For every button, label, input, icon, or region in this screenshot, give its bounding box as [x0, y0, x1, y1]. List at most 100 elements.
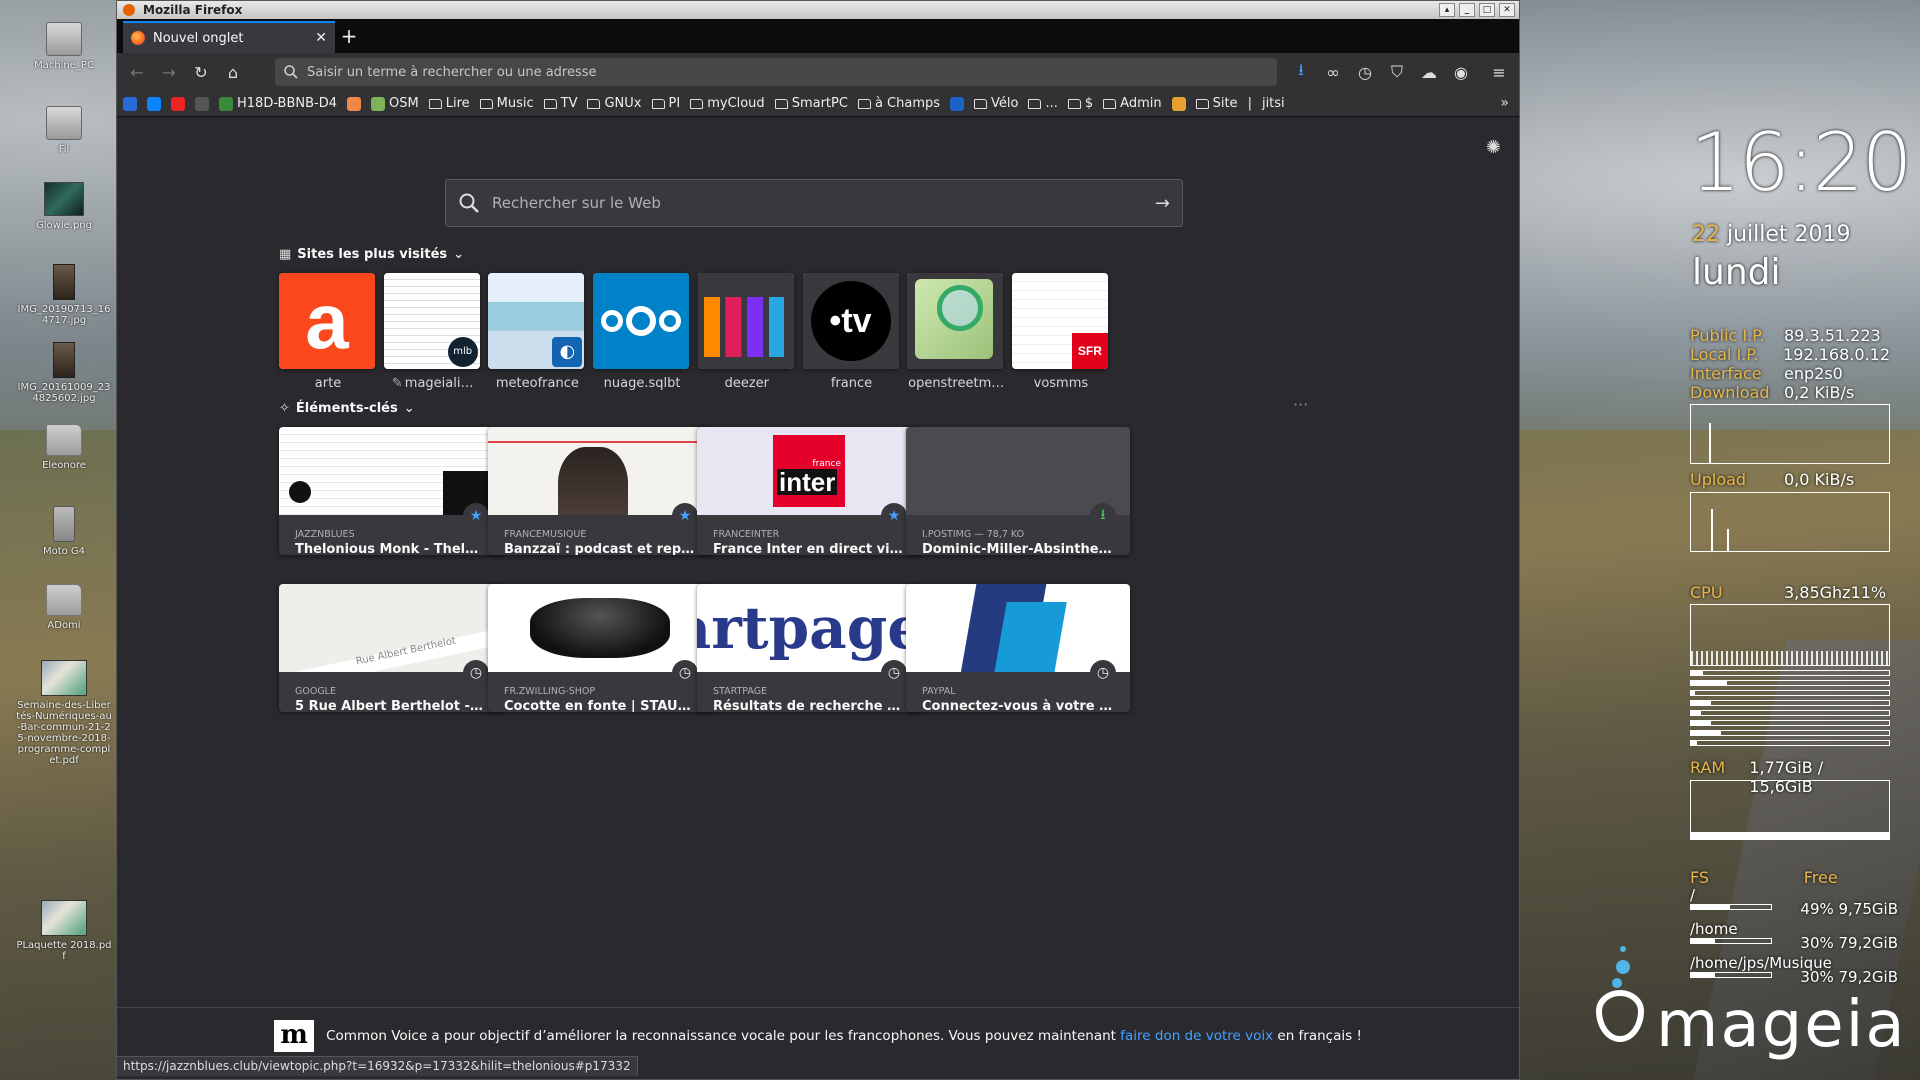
bookmark-item[interactable] — [147, 96, 161, 111]
highlight-card[interactable]: france inter FRANCEINTER France Inter en di… — [697, 427, 921, 555]
top-sites-header[interactable]: ▦ Sites les plus visités ⌄ — [279, 247, 464, 262]
history-icon[interactable]: ◷ — [1351, 58, 1379, 86]
highlight-card[interactable]: artpage.STARTPAGERésultats de recherche … — [697, 584, 921, 712]
bookmark-item[interactable]: Lire — [428, 96, 470, 111]
highlights-header[interactable]: ✧ Éléments-clés ⌄ — [279, 401, 415, 416]
menu-icon[interactable]: ≡ — [1485, 58, 1513, 86]
highlight-card[interactable]: JAZZNBLUES Thelonious Monk - Thelonio… ★ — [279, 427, 503, 555]
folder-icon — [1028, 98, 1042, 109]
window-maximize-icon[interactable]: □ — [1479, 3, 1495, 17]
bookmark-item[interactable] — [171, 96, 185, 111]
bookmarks-overflow-icon[interactable]: » — [1500, 95, 1509, 111]
window-close-icon[interactable]: ✕ — [1499, 3, 1515, 17]
desktop-icon[interactable]: Semaine-des-Libertés-Numériques-au-Bar-c… — [16, 660, 112, 766]
top-site-thumbnail: •tv — [802, 273, 899, 369]
desktop-icon-label: IMG_20190713_164717.jpg — [17, 304, 111, 326]
snippet-link[interactable]: faire don de votre voix — [1120, 1028, 1273, 1044]
bookmark-item[interactable]: OSM — [371, 96, 419, 111]
cpu-core-fill — [1691, 701, 1711, 705]
window-shade-icon[interactable]: ▴ — [1439, 3, 1455, 17]
top-site-tile[interactable]: •tv france — [802, 273, 901, 391]
desktop-icon[interactable]: Fil — [16, 106, 112, 155]
highlight-card[interactable]: I.POSTIMG — 78,7 KO Dominic-Miller-Absint… — [906, 427, 1130, 555]
chevron-down-icon: ⌄ — [403, 401, 415, 416]
public-ip-row: Public I.P. 89.3.51.223 — [1690, 326, 1890, 345]
top-site-tile[interactable]: deezer — [697, 273, 796, 391]
web-search-box[interactable]: Rechercher sur le Web → — [445, 179, 1183, 227]
folder-icon — [774, 98, 788, 109]
bookmark-item[interactable]: H18D-BBNB-D4 — [219, 96, 337, 111]
bookmark-item[interactable]: PI — [651, 96, 680, 111]
back-icon[interactable]: ← — [123, 58, 151, 86]
bookmark-item[interactable]: Admin — [1103, 96, 1162, 111]
bookmark-item[interactable]: | — [1248, 96, 1252, 111]
window-minimize-icon[interactable]: _ — [1459, 3, 1475, 17]
desktop-icon[interactable]: Eleonore — [16, 424, 112, 471]
cpu-core-fill — [1691, 711, 1701, 715]
forward-icon[interactable]: → — [155, 58, 183, 86]
window-titlebar[interactable]: Mozilla Firefox ▴ _ □ ✕ — [117, 1, 1519, 19]
bookmark-item[interactable]: Site — [1195, 96, 1238, 111]
tab-new-tab[interactable]: Nouvel onglet ✕ — [123, 21, 335, 53]
bookmark-item[interactable] — [1171, 96, 1186, 111]
highlight-card[interactable]: FR.ZWILLING-SHOP Cocotte en fonte | STAUB… — [488, 584, 712, 712]
downloads-icon[interactable]: ⭳ — [1287, 58, 1315, 86]
home-icon[interactable]: ⌂ — [219, 58, 247, 86]
top-site-tile[interactable]: ◐ meteofrance — [488, 273, 586, 391]
interface-label: Interface — [1690, 364, 1762, 383]
shield-extension-icon[interactable]: ⛉ — [1383, 58, 1411, 86]
bookmark-item[interactable]: $ — [1067, 96, 1093, 111]
account-icon[interactable]: ◉ — [1447, 58, 1475, 86]
highlight-thumbnail — [906, 427, 1130, 515]
top-site-name: france — [803, 376, 901, 391]
bookmark-item[interactable]: Music — [479, 96, 534, 111]
desktop-icon[interactable]: IMG_20190713_164717.jpg — [16, 264, 112, 326]
top-site-label: arte — [314, 376, 342, 391]
top-site-thumbnail: a — [279, 273, 375, 369]
bookmark-item[interactable]: ... — [1028, 96, 1058, 111]
desktop-icon[interactable]: PLaquette 2018.pdf — [16, 900, 112, 962]
upload-value: 0,0 KiB/s — [1784, 470, 1855, 489]
file-thumbnail-icon — [41, 900, 87, 936]
search-go-icon[interactable]: → — [1155, 193, 1170, 214]
free-label: Free — [1803, 868, 1838, 887]
bookmark-item[interactable]: GNUx — [587, 96, 642, 111]
bookmark-item[interactable] — [123, 96, 137, 111]
highlight-title: 5 Rue Albert Berthelot - Go… — [295, 699, 503, 712]
settings-gear-icon[interactable]: ✺ — [1486, 137, 1501, 158]
desktop-icon[interactable]: ADomi — [16, 584, 112, 631]
snippet-text-before: Common Voice a pour objectif d’améliorer… — [326, 1027, 1121, 1044]
address-bar[interactable]: Saisir un terme à rechercher ou une adre… — [275, 58, 1277, 86]
glasses-extension-icon[interactable]: ∞ — [1319, 58, 1347, 86]
desktop-icon[interactable]: Moto G4 — [16, 506, 112, 557]
top-site-tile[interactable]: SFR vosmms — [1011, 273, 1110, 391]
bookmark-item[interactable]: jitsi — [1262, 96, 1285, 111]
bookmark-item[interactable]: myCloud — [690, 96, 765, 111]
bookmark-item[interactable] — [950, 96, 965, 111]
bookmark-item[interactable]: TV — [543, 96, 577, 111]
top-site-tile[interactable]: nuage.sqlbt — [593, 273, 691, 391]
file-thumbnail-icon — [53, 342, 75, 378]
highlight-card[interactable]: PAYPAL Connectez-vous à votre com… ◷ — [906, 584, 1130, 712]
bookmark-item[interactable]: SmartPC — [774, 96, 848, 111]
weather-extension-icon[interactable]: ☁ — [1415, 58, 1443, 86]
reload-icon[interactable]: ↻ — [187, 58, 215, 86]
top-site-tile[interactable]: mlb ✎ mageiali… — [383, 273, 482, 391]
bookmark-item[interactable]: Vélo — [974, 96, 1018, 111]
bookmark-item[interactable]: à Champs — [857, 96, 940, 111]
cpu-label: CPU — [1690, 583, 1723, 602]
highlights-menu-icon[interactable]: ··· — [1293, 395, 1308, 414]
top-site-tile[interactable]: openstreetm… — [907, 273, 1005, 391]
folder-icon — [587, 98, 601, 109]
highlight-card[interactable]: FRANCEMUSIQUE Banzzaï : podcast et replay… — [488, 427, 712, 555]
top-site-tile[interactable]: a arte — [279, 273, 377, 391]
desktop-icon[interactable]: IMG_20161009_234825602.jpg — [16, 342, 112, 404]
new-tab-button[interactable]: + — [335, 21, 363, 53]
tab-close-icon[interactable]: ✕ — [315, 30, 327, 46]
highlight-card[interactable]: Rue Albert Berthelot GOOGLE 5 Rue Albert B… — [279, 584, 503, 712]
bookmark-item[interactable] — [347, 96, 362, 111]
desktop-icon[interactable]: Machine_PC — [16, 22, 112, 71]
desktop-icon[interactable]: Glowie.png — [16, 182, 112, 231]
bookmark-item[interactable] — [195, 96, 209, 111]
ram-graph — [1690, 780, 1890, 840]
